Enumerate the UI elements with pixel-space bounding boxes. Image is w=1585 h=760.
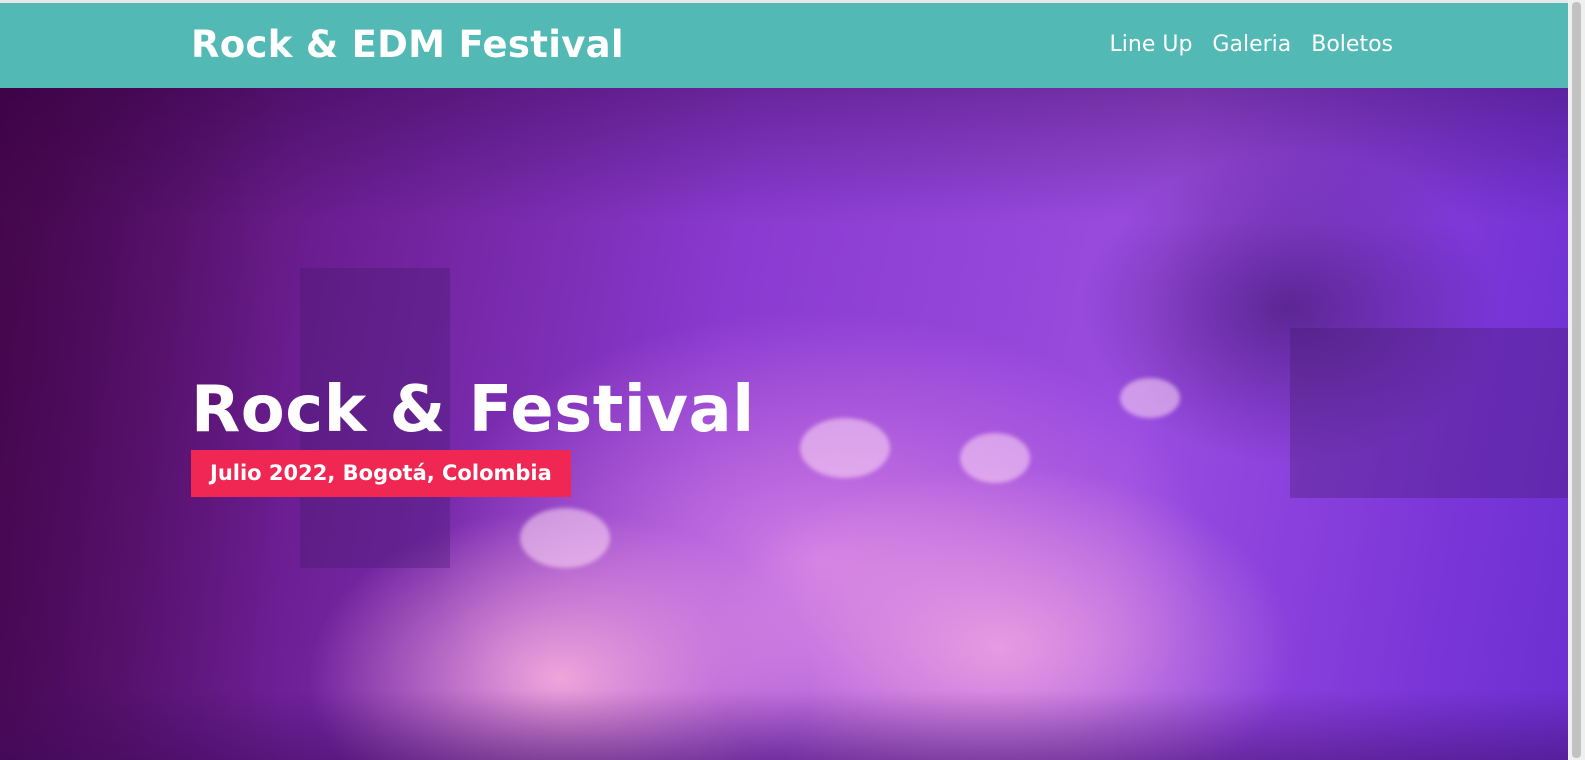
event-date-badge: Julio 2022, Bogotá, Colombia bbox=[191, 450, 571, 497]
nav-link-boletos[interactable]: Boletos bbox=[1311, 30, 1393, 60]
site-header: Rock & EDM Festival Line Up Galeria Bole… bbox=[0, 3, 1585, 88]
site-logo[interactable]: Rock & EDM Festival bbox=[191, 23, 624, 67]
scrollbar-thumb[interactable] bbox=[1572, 2, 1581, 758]
nav-link-galeria[interactable]: Galeria bbox=[1212, 30, 1291, 60]
hero-title: Rock & Festival bbox=[191, 373, 755, 447]
nav-link-line-up[interactable]: Line Up bbox=[1110, 30, 1193, 60]
crowd-silhouette bbox=[0, 690, 1585, 760]
main-nav: Line Up Galeria Boletos bbox=[1110, 30, 1394, 60]
page-scrollbar[interactable] bbox=[1568, 0, 1585, 760]
hero-banner: Rock & Festival Julio 2022, Bogotá, Colo… bbox=[0, 88, 1585, 760]
